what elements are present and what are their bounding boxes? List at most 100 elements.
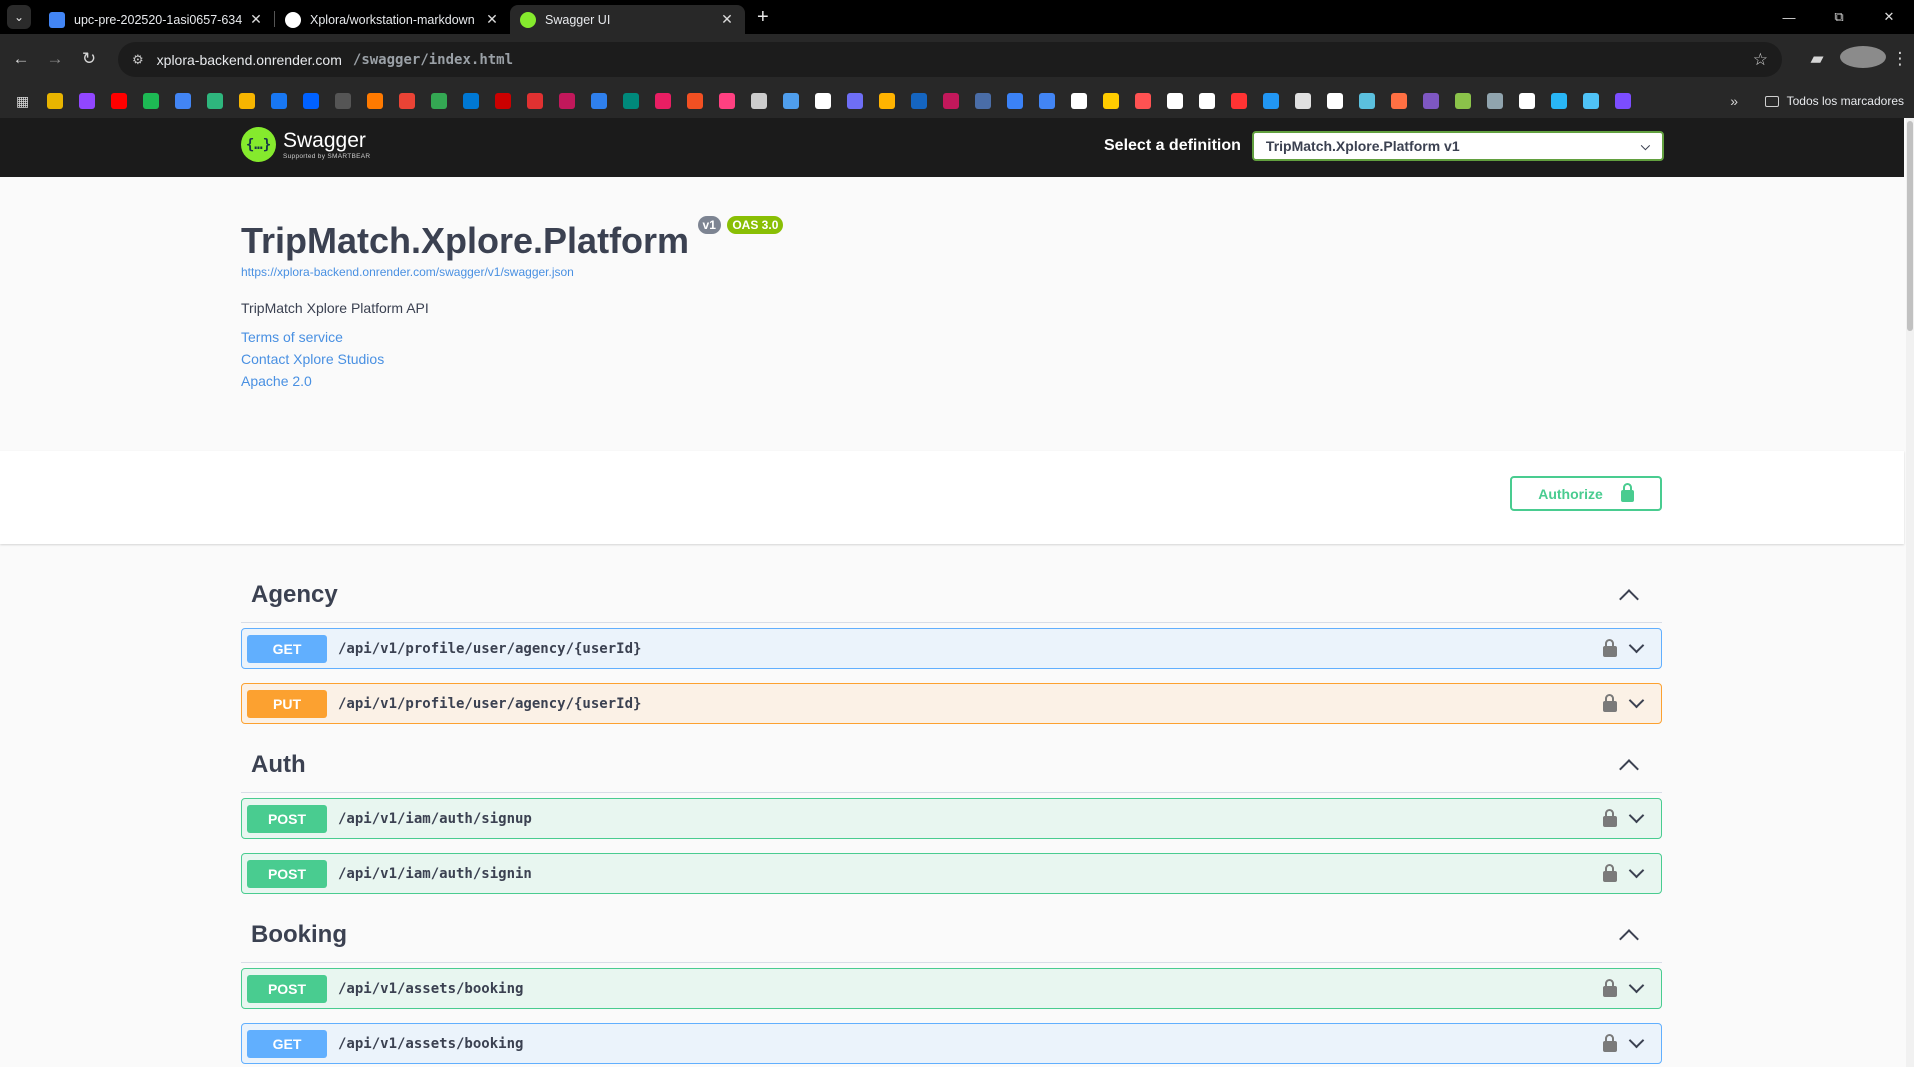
authorize-button[interactable]: Authorize — [1510, 476, 1662, 511]
bookmark-favicon-icon[interactable] — [1295, 93, 1312, 109]
chevron-down-icon[interactable] — [1628, 1032, 1645, 1049]
new-tab-button[interactable]: + — [757, 6, 769, 29]
bookmark-favicon-icon[interactable] — [207, 93, 224, 109]
bookmark-favicon-icon[interactable] — [175, 93, 192, 109]
bookmark-favicon-icon[interactable] — [1391, 93, 1408, 109]
close-icon[interactable]: ✕ — [719, 11, 735, 28]
bookmark-favicon-icon[interactable] — [1167, 93, 1184, 109]
bookmark-favicon-icon[interactable] — [335, 93, 352, 109]
close-icon[interactable]: ✕ — [248, 11, 264, 28]
bookmark-favicon-icon[interactable] — [783, 93, 800, 109]
bookmark-favicon-icon[interactable] — [111, 93, 128, 109]
operation-post[interactable]: POST/api/v1/assets/booking — [241, 968, 1662, 1009]
bookmark-favicon-icon[interactable] — [1551, 93, 1568, 109]
minimize-icon[interactable]: — — [1764, 10, 1814, 25]
lock-icon[interactable] — [1603, 693, 1617, 712]
bookmark-favicon-icon[interactable] — [1583, 93, 1600, 109]
bookmark-favicon-icon[interactable] — [687, 93, 704, 109]
close-window-icon[interactable]: ✕ — [1864, 9, 1914, 25]
bookmark-favicon-icon[interactable] — [1263, 93, 1280, 109]
license-link[interactable]: Apache 2.0 — [241, 373, 1661, 389]
extensions-icon[interactable]: ▰ — [1794, 49, 1840, 69]
apps-grid-icon[interactable]: ▦ — [16, 93, 29, 110]
lock-icon[interactable] — [1603, 978, 1617, 997]
profile-avatar[interactable] — [1840, 45, 1886, 73]
browser-tab-0[interactable]: upc-pre-202520-1asi0657-6342 ✕ — [39, 5, 274, 34]
lock-icon[interactable] — [1603, 638, 1617, 657]
bookmark-favicon-icon[interactable] — [1615, 93, 1632, 109]
bookmark-favicon-icon[interactable] — [1519, 93, 1536, 109]
bookmark-favicon-icon[interactable] — [623, 93, 640, 109]
lock-icon[interactable] — [1603, 1033, 1617, 1052]
bookmark-favicon-icon[interactable] — [495, 93, 512, 109]
more-bookmarks-icon[interactable]: » — [1730, 93, 1738, 109]
bookmark-favicon-icon[interactable] — [943, 93, 960, 109]
operation-get[interactable]: GET/api/v1/profile/user/agency/{userId} — [241, 628, 1662, 669]
operation-post[interactable]: POST/api/v1/iam/auth/signup — [241, 798, 1662, 839]
bookmark-favicon-icon[interactable] — [559, 93, 576, 109]
address-bar[interactable]: ⚙ xplora-backend.onrender.com/swagger/in… — [118, 42, 1782, 77]
close-icon[interactable]: ✕ — [484, 11, 500, 28]
chevron-down-icon[interactable] — [1628, 862, 1645, 879]
bookmark-favicon-icon[interactable] — [1103, 93, 1120, 109]
bookmark-favicon-icon[interactable] — [879, 93, 896, 109]
bookmark-favicon-icon[interactable] — [1423, 93, 1440, 109]
bookmark-favicon-icon[interactable] — [431, 93, 448, 109]
menu-dots-icon[interactable]: ⋮ — [1886, 49, 1914, 69]
bookmark-favicon-icon[interactable] — [1071, 93, 1088, 109]
bookmark-favicon-icon[interactable] — [399, 93, 416, 109]
bookmark-favicon-icon[interactable] — [143, 93, 160, 109]
tag-header[interactable]: Agency — [241, 568, 1662, 623]
bookmark-favicon-icon[interactable] — [1455, 93, 1472, 109]
tag-header[interactable]: Booking — [241, 908, 1662, 963]
bookmark-favicon-icon[interactable] — [1231, 93, 1248, 109]
bookmark-favicon-icon[interactable] — [1199, 93, 1216, 109]
bookmark-favicon-icon[interactable] — [1135, 93, 1152, 109]
browser-tab-1[interactable]: Xplora/workstation-markdown ✕ — [275, 5, 510, 34]
all-bookmarks-folder[interactable]: Todos los marcadores — [1764, 94, 1904, 108]
page-scrollbar[interactable] — [1906, 118, 1914, 1067]
operation-post[interactable]: POST/api/v1/iam/auth/signin — [241, 853, 1662, 894]
operation-get[interactable]: GET/api/v1/assets/booking — [241, 1023, 1662, 1064]
bookmark-favicon-icon[interactable] — [303, 93, 320, 109]
bookmark-favicon-icon[interactable] — [527, 93, 544, 109]
bookmark-favicon-icon[interactable] — [1359, 93, 1376, 109]
bookmark-favicon-icon[interactable] — [367, 93, 384, 109]
bookmark-favicon-icon[interactable] — [719, 93, 736, 109]
swagger-logo[interactable]: {…} Swagger Supported by SMARTBEAR — [241, 127, 370, 162]
bookmark-favicon-icon[interactable] — [271, 93, 288, 109]
bookmark-favicon-icon[interactable] — [1327, 93, 1344, 109]
bookmark-favicon-icon[interactable] — [591, 93, 608, 109]
terms-of-service-link[interactable]: Terms of service — [241, 329, 1661, 345]
bookmark-favicon-icon[interactable] — [463, 93, 480, 109]
lock-icon[interactable] — [1603, 808, 1617, 827]
bookmark-favicon-icon[interactable] — [911, 93, 928, 109]
bookmark-favicon-icon[interactable] — [847, 93, 864, 109]
bookmark-favicon-icon[interactable] — [655, 93, 672, 109]
operation-put[interactable]: PUT/api/v1/profile/user/agency/{userId} — [241, 683, 1662, 724]
bookmark-favicon-icon[interactable] — [1487, 93, 1504, 109]
chevron-down-icon[interactable] — [1628, 692, 1645, 709]
chevron-down-icon[interactable] — [1628, 637, 1645, 654]
browser-tab-2[interactable]: Swagger UI ✕ — [510, 5, 745, 34]
tab-search-button[interactable]: ⌄ — [7, 5, 31, 29]
bookmark-favicon-icon[interactable] — [79, 93, 96, 109]
site-settings-icon[interactable]: ⚙ — [132, 52, 144, 68]
chevron-down-icon[interactable] — [1628, 977, 1645, 994]
tag-header[interactable]: Auth — [241, 738, 1662, 793]
contact-link[interactable]: Contact Xplore Studios — [241, 351, 1661, 367]
lock-icon[interactable] — [1603, 863, 1617, 882]
bookmark-star-icon[interactable]: ☆ — [1753, 50, 1768, 70]
bookmark-favicon-icon[interactable] — [1007, 93, 1024, 109]
bookmark-favicon-icon[interactable] — [239, 93, 256, 109]
bookmark-favicon-icon[interactable] — [1039, 93, 1056, 109]
reload-icon[interactable]: ↻ — [72, 49, 106, 69]
bookmark-favicon-icon[interactable] — [975, 93, 992, 109]
bookmark-favicon-icon[interactable] — [815, 93, 832, 109]
bookmark-favicon-icon[interactable] — [47, 93, 64, 109]
scrollbar-thumb[interactable] — [1907, 121, 1913, 331]
restore-icon[interactable]: ⧉ — [1814, 9, 1864, 25]
bookmark-favicon-icon[interactable] — [751, 93, 768, 109]
chevron-down-icon[interactable] — [1628, 807, 1645, 824]
definition-select[interactable]: TripMatch.Xplore.Platform v1 ⌵ — [1251, 131, 1664, 161]
